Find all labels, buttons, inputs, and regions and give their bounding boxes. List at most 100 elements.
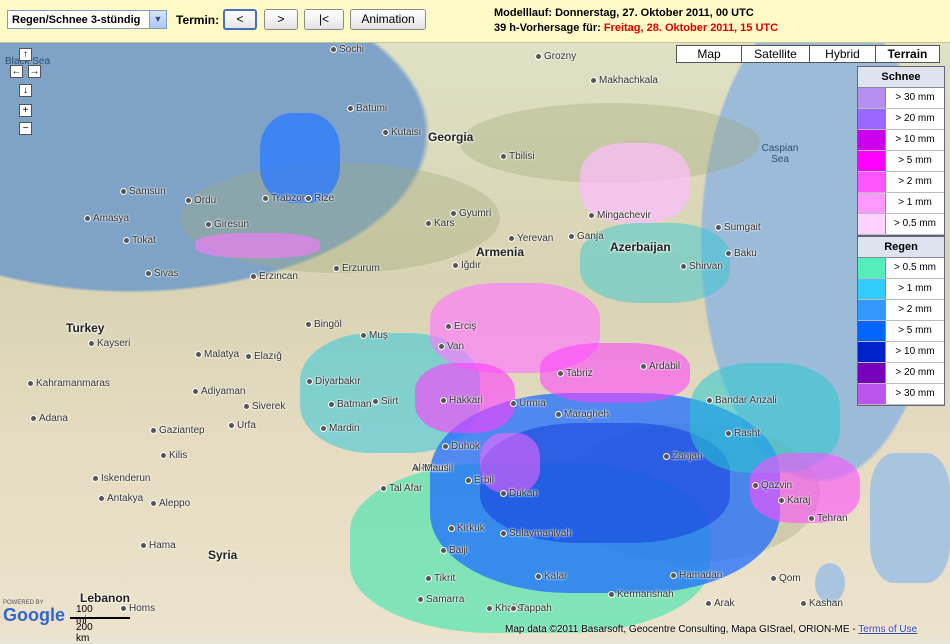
country-turkey: Turkey — [66, 321, 105, 335]
city-label: Maragheh — [555, 409, 609, 420]
rain-legend-label: > 2 mm — [898, 304, 932, 315]
rain-legend-swatch — [858, 321, 886, 341]
map-type-map[interactable]: Map — [676, 45, 742, 63]
snow-legend-swatch — [858, 172, 886, 192]
animation-button[interactable]: Animation — [350, 9, 426, 30]
scale-km: 200 km — [76, 622, 93, 644]
city-label: Siverek — [243, 401, 285, 412]
snow-legend-label: > 1 mm — [898, 197, 932, 208]
snow-legend-swatch — [858, 193, 886, 213]
city-label: Tal Afar — [380, 483, 422, 494]
city-label: Tehran — [808, 513, 848, 524]
city-label: Kars — [425, 218, 455, 229]
rain-legend-row: > 20 mm — [858, 363, 944, 384]
snow-legend-row: > 2 mm — [858, 172, 944, 193]
map-type-hybrid[interactable]: Hybrid — [809, 45, 876, 63]
city-label: Baku — [725, 248, 757, 259]
rain-legend-swatch — [858, 363, 886, 383]
city-label: Iğdır — [452, 260, 481, 271]
city-label: Samarra — [417, 594, 464, 605]
city-label: Makhachkala — [590, 75, 658, 86]
city-label: Bingöl — [305, 319, 342, 330]
city-label: Tabriz — [557, 368, 593, 379]
city-label: Kermanshah — [608, 589, 674, 600]
country-armenia: Armenia — [476, 245, 525, 259]
city-label: Erbil — [465, 475, 494, 486]
rain-legend-row: > 1 mm — [858, 279, 944, 300]
city-label: Tappah — [510, 603, 552, 614]
country-syria: Syria — [208, 548, 238, 562]
city-label: Iskenderun — [92, 473, 150, 484]
city-label: Malatya — [195, 349, 239, 360]
city-label: Kalar — [535, 571, 567, 582]
city-label: Sochi — [330, 44, 364, 55]
lake — [815, 563, 845, 603]
city-label: Hakkari — [440, 395, 483, 406]
rain-legend-swatch — [858, 300, 886, 320]
city-label: Siirt — [372, 396, 398, 407]
rain-legend-label: > 0.5 mm — [894, 262, 936, 273]
forecast-date: Freitag, 28. Oktober 2011, 15 UTC — [603, 22, 779, 34]
rain-legend-swatch — [858, 384, 886, 404]
city-label: Baiji — [440, 545, 468, 556]
city-label: Amasya — [84, 213, 129, 224]
zoom-in-button[interactable]: + — [19, 104, 32, 117]
rain-legend-row: > 10 mm — [858, 342, 944, 363]
terms-of-use-link[interactable]: Terms of Use — [858, 624, 917, 635]
product-select[interactable]: Regen/Schnee 3-stündig ▼ — [7, 10, 167, 29]
city-label: Gaziantep — [150, 425, 205, 436]
city-label: Elazığ — [245, 351, 282, 362]
map-type-satellite[interactable]: Satellite — [741, 45, 810, 63]
city-label: Grozny — [535, 51, 576, 62]
prev-step-button[interactable]: < — [223, 9, 257, 30]
snow-legend-label: > 2 mm — [898, 176, 932, 187]
city-label: Erciş — [445, 321, 476, 332]
rain-legend-label: > 5 mm — [898, 325, 932, 336]
snow-legend-row: > 10 mm — [858, 130, 944, 151]
rain-legend-row: > 0.5 mm — [858, 258, 944, 279]
caspian-sea-label: Caspian Sea — [761, 143, 799, 165]
city-label: Kashan — [800, 598, 843, 609]
pan-up-button[interactable]: ↑ — [19, 48, 32, 61]
city-label: Kirkuk — [448, 523, 485, 534]
city-label: Dukan — [500, 488, 538, 499]
pan-left-button[interactable]: ← — [10, 65, 23, 78]
caspian-south — [870, 453, 950, 583]
snow-legend-swatch — [858, 151, 886, 171]
snow-legend-swatch — [858, 88, 886, 108]
snow-legend-row: > 5 mm — [858, 151, 944, 172]
zoom-out-button[interactable]: − — [19, 122, 32, 135]
city-label: Adiyaman — [192, 386, 245, 397]
first-step-button[interactable]: |< — [304, 9, 344, 30]
rain-legend-label: > 20 mm — [895, 367, 935, 378]
model-run-info: Modelllauf: Donnerstag, 27. Oktober 2011… — [494, 7, 754, 19]
next-step-button[interactable]: > — [264, 9, 298, 30]
city-label: Bandar Anzali — [706, 395, 777, 406]
city-label: Batumi — [347, 103, 387, 114]
google-logo[interactable]: Google — [3, 605, 65, 626]
city-label: Kayseri — [88, 338, 130, 349]
rain-legend-label: > 10 mm — [895, 346, 935, 357]
map-type-terrain[interactable]: Terrain — [875, 45, 940, 63]
city-label: Batman — [328, 399, 371, 410]
city-label: Hamadan — [670, 570, 722, 581]
snow-legend-swatch — [858, 130, 886, 150]
city-label: Qazvin — [752, 480, 792, 491]
chevron-down-icon[interactable]: ▼ — [149, 11, 166, 28]
country-georgia: Georgia — [428, 130, 474, 144]
snow-legend-label: > 30 mm — [895, 92, 935, 103]
city-label: Antakya — [98, 493, 143, 504]
city-label: Adana — [30, 413, 68, 424]
rain-legend-label: > 1 mm — [898, 283, 932, 294]
city-label: Zanjan — [663, 451, 703, 462]
rain-legend-label: > 30 mm — [895, 388, 935, 399]
country-azerbaijan: Azerbaijan — [610, 240, 671, 254]
snow-legend-label: > 0.5 mm — [894, 218, 936, 229]
pan-right-button[interactable]: → — [28, 65, 41, 78]
forecast-map[interactable]: Black Sea Caspian Sea Georgia Armenia Az… — [0, 43, 950, 638]
city-label: Sumgait — [715, 222, 761, 233]
pan-down-button[interactable]: ↓ — [19, 84, 32, 97]
city-label: Hama — [140, 540, 176, 551]
city-label: Karaj — [778, 495, 810, 506]
city-label: Tikrit — [425, 573, 455, 584]
